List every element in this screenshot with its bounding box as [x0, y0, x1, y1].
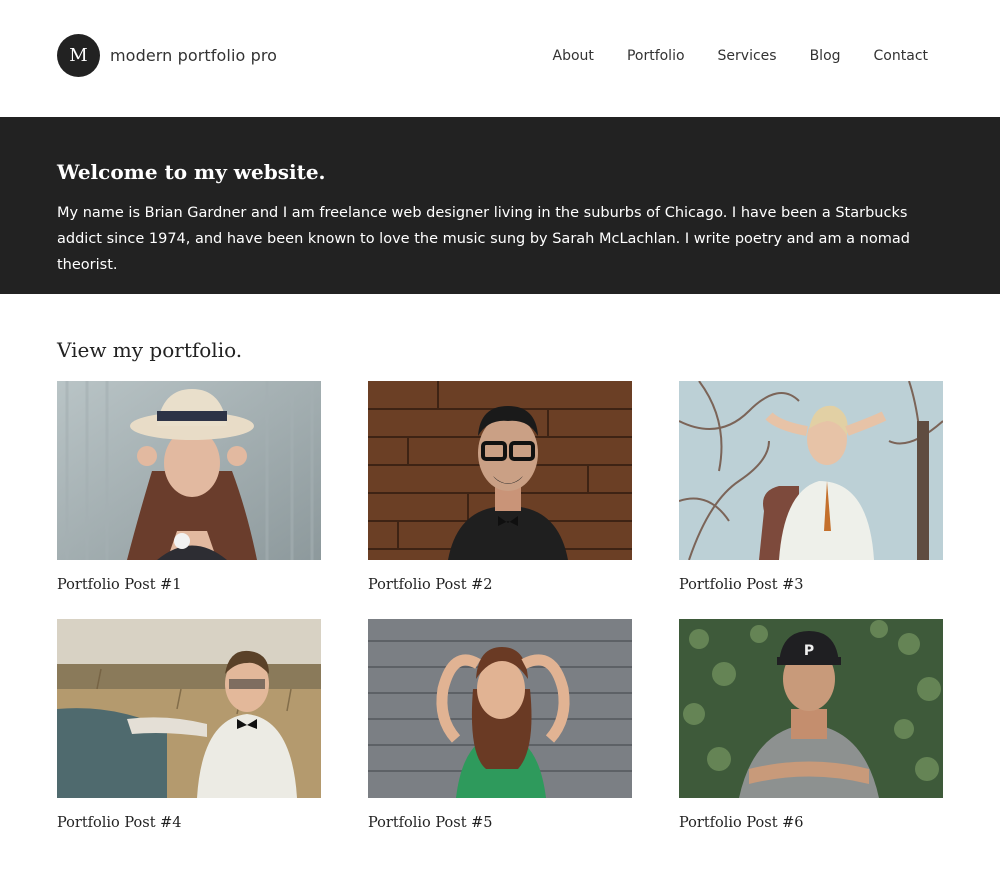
portfolio-image-2[interactable]: [368, 381, 632, 560]
main-nav: About Portfolio Services Blog Contact: [520, 48, 928, 64]
portfolio-post-title[interactable]: Portfolio Post #6: [679, 815, 943, 831]
portfolio-card-5[interactable]: Portfolio Post #5: [368, 619, 632, 831]
portfolio-card-6[interactable]: P Portfolio Post #6: [679, 619, 943, 831]
logo[interactable]: M: [57, 34, 100, 77]
portfolio-post-title[interactable]: Portfolio Post #4: [57, 815, 321, 831]
portfolio-card-4[interactable]: Portfolio Post #4: [57, 619, 321, 831]
portfolio-image-6[interactable]: P: [679, 619, 943, 798]
portfolio-card-2[interactable]: Portfolio Post #2: [368, 381, 632, 593]
hero-title: Welcome to my website.: [57, 160, 326, 184]
portfolio-post-title[interactable]: Portfolio Post #1: [57, 577, 321, 593]
welcome-hero: Welcome to my website. My name is Brian …: [0, 117, 1000, 294]
portfolio-card-3[interactable]: Portfolio Post #3: [679, 381, 943, 593]
site-title[interactable]: modern portfolio pro: [110, 46, 277, 65]
svg-text:P: P: [804, 643, 814, 659]
hero-text: My name is Brian Gardner and I am freela…: [57, 205, 910, 273]
nav-item-about[interactable]: About: [553, 48, 594, 64]
nav-item-portfolio[interactable]: Portfolio: [627, 48, 685, 64]
portfolio-heading: View my portfolio.: [57, 338, 243, 362]
portfolio-image-1[interactable]: [57, 381, 321, 560]
nav-item-contact[interactable]: Contact: [874, 48, 928, 64]
site-header: M modern portfolio pro About Portfolio S…: [0, 0, 1000, 117]
portfolio-image-5[interactable]: [368, 619, 632, 798]
nav-item-blog[interactable]: Blog: [810, 48, 841, 64]
portfolio-post-title[interactable]: Portfolio Post #3: [679, 577, 943, 593]
portfolio-image-3[interactable]: [679, 381, 943, 560]
portfolio-post-title[interactable]: Portfolio Post #5: [368, 815, 632, 831]
portfolio-post-title[interactable]: Portfolio Post #2: [368, 577, 632, 593]
portfolio-image-4[interactable]: [57, 619, 321, 798]
nav-item-services[interactable]: Services: [718, 48, 777, 64]
portfolio-card-1[interactable]: Portfolio Post #1: [57, 381, 321, 593]
